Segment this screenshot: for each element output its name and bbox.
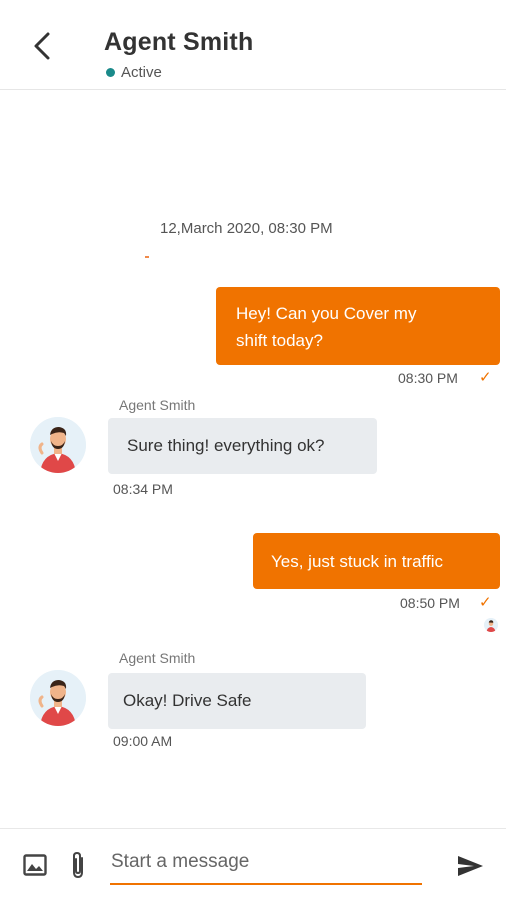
read-check-icon: ✓ — [479, 594, 492, 611]
read-receipt-avatar — [484, 618, 498, 632]
message-time: 08:34 PM — [113, 481, 173, 497]
message-time: 08:30 PM — [398, 370, 458, 386]
message-composer — [0, 828, 506, 900]
message-time: 08:50 PM — [400, 595, 460, 611]
outgoing-message-bubble[interactable]: Hey! Can you Cover my shift today? — [216, 287, 500, 365]
message-text: Okay! Drive Safe — [123, 691, 252, 710]
message-input[interactable] — [110, 845, 422, 885]
incoming-message-bubble[interactable]: Sure thing! everything ok? — [108, 418, 377, 474]
message-time: 09:00 AM — [113, 733, 173, 749]
read-check-icon: ✓ — [479, 369, 492, 386]
contact-name: Agent Smith — [104, 28, 254, 56]
attach-button[interactable] — [66, 848, 90, 882]
status-label: Active — [121, 64, 162, 81]
image-icon — [23, 854, 47, 876]
chat-header: Agent Smith Active — [0, 0, 506, 90]
presence-status: Active — [106, 64, 162, 81]
chevron-left-icon — [34, 32, 50, 60]
message-text: Sure thing! everything ok? — [127, 436, 325, 455]
person-avatar-icon — [30, 670, 86, 726]
sender-name: Agent Smith — [119, 650, 196, 666]
person-avatar-icon — [484, 618, 498, 632]
send-button[interactable] — [454, 851, 486, 881]
sender-name: Agent Smith — [119, 397, 196, 413]
image-button[interactable] — [22, 852, 48, 878]
contact-avatar[interactable] — [30, 417, 86, 473]
message-text: Yes, just stuck in traffic — [271, 551, 443, 571]
contact-avatar[interactable] — [30, 670, 86, 726]
incoming-message-bubble[interactable]: Okay! Drive Safe — [108, 673, 366, 729]
back-button[interactable] — [26, 28, 58, 64]
date-separator-label: 12,March 2020, 08:30 PM — [160, 220, 333, 237]
message-text-line: shift today? — [236, 331, 323, 350]
status-dot — [106, 68, 115, 77]
send-icon — [458, 856, 483, 876]
outgoing-message-bubble[interactable]: Yes, just stuck in traffic — [253, 533, 500, 589]
paperclip-icon — [73, 851, 83, 879]
person-avatar-icon — [30, 417, 86, 473]
message-text-line: Hey! Can you Cover my — [236, 304, 417, 323]
decorative-mark — [145, 256, 149, 258]
